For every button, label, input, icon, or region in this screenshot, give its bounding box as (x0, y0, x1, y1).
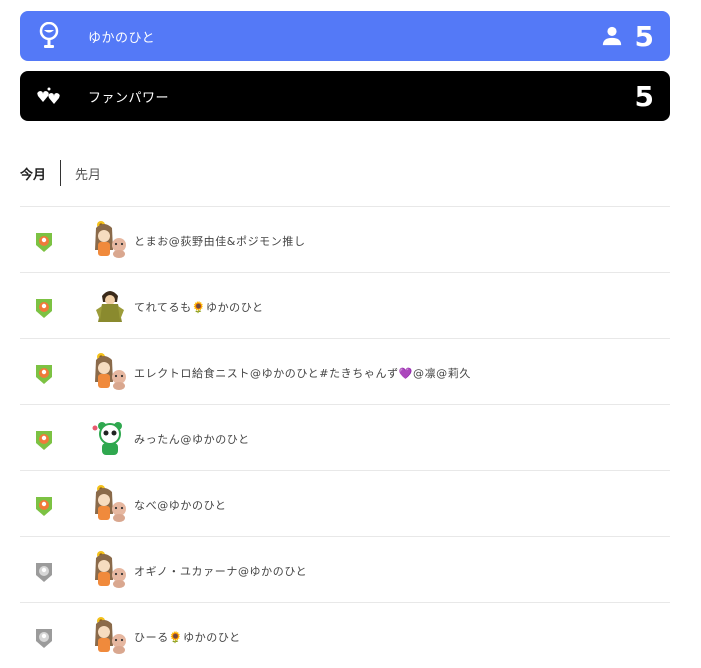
green-rank-badge-icon (34, 495, 54, 517)
supporter-count: 5 (634, 19, 654, 53)
girl-with-dog-avatar[interactable] (90, 550, 130, 590)
girl-with-dog-avatar[interactable] (90, 352, 130, 392)
supporter-count-bar: ゆかのひと 5 (20, 11, 670, 61)
girl-with-dog-avatar[interactable] (90, 220, 130, 260)
fan-row[interactable]: てれてるも🌻ゆかのひと (20, 272, 670, 338)
fan-name[interactable]: オギノ・ユカァーナ@ゆかのひと (134, 563, 307, 579)
warrior-character-avatar[interactable] (90, 286, 130, 326)
panda-mascot-avatar[interactable] (90, 418, 130, 458)
period-tabs: 今月 先月 (20, 158, 115, 188)
fan-row[interactable]: エレクトロ給食ニスト@ゆかのひと#たきちゃんず💜@凛@莉久 (20, 338, 670, 404)
gray-rank-badge-icon (34, 627, 54, 649)
green-rank-badge-icon (34, 363, 54, 385)
fanpower-count: 5 (634, 79, 654, 113)
fan-name[interactable]: なべ@ゆかのひと (134, 497, 226, 513)
green-rank-badge-icon (34, 429, 54, 451)
tab-last-month[interactable]: 先月 (75, 164, 115, 183)
fan-row[interactable]: とまお@荻野由佳&ポジモン推し (20, 206, 670, 272)
fan-row[interactable]: オギノ・ユカァーナ@ゆかのひと (20, 536, 670, 602)
fan-name[interactable]: みったん@ゆかのひと (134, 431, 250, 447)
fan-name[interactable]: エレクトロ給食ニスト@ゆかのひと#たきちゃんず💜@凛@莉久 (134, 365, 471, 381)
green-rank-badge-icon (34, 231, 54, 253)
fanpower-label: ファンパワー (88, 90, 170, 106)
fanpower-bar: ファンパワー 5 (20, 71, 670, 121)
tab-divider (60, 160, 62, 186)
tab-this-month[interactable]: 今月 (20, 164, 60, 183)
supporter-label: ゆかのひと (88, 30, 156, 46)
fan-row[interactable]: みったん@ゆかのひと (20, 404, 670, 470)
gray-rank-badge-icon (34, 561, 54, 583)
fan-list: とまお@荻野由佳&ポジモン推し てれてるも🌻ゆかのひと エレクトロ給食ニスト@ゆ… (20, 206, 670, 668)
green-rank-badge-icon (34, 297, 54, 319)
girl-with-dog-avatar[interactable] (90, 484, 130, 524)
fan-row[interactable]: なべ@ゆかのひと (20, 470, 670, 536)
fan-name[interactable]: とまお@荻野由佳&ポジモン推し (134, 233, 306, 249)
fan-name[interactable]: ひーる🌻ゆかのひと (134, 629, 241, 645)
fan-row[interactable]: ひーる🌻ゆかのひと (20, 602, 670, 668)
person-icon (602, 26, 621, 46)
hearts-icon (34, 81, 64, 111)
fan-name[interactable]: てれてるも🌻ゆかのひと (134, 299, 264, 315)
microphone-stand-icon (34, 21, 64, 51)
girl-with-dog-avatar[interactable] (90, 616, 130, 656)
